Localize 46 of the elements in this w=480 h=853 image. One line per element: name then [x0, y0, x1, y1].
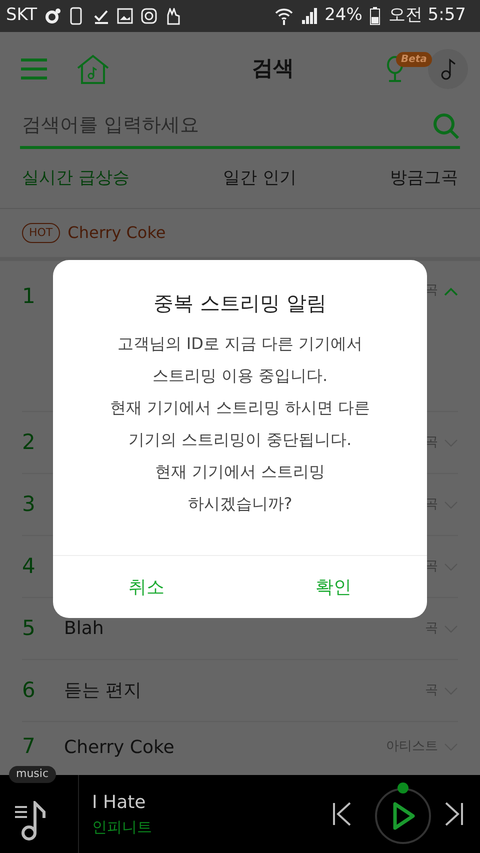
music-note-icon [440, 58, 456, 80]
rank-number: 7 [22, 733, 36, 760]
home-icon[interactable] [76, 54, 110, 84]
dialog-title: 중복 스트리밍 알림 [154, 290, 326, 317]
image-icon [117, 8, 134, 24]
menu-icon[interactable] [20, 56, 48, 80]
page-title: 검색 [251, 54, 295, 82]
wifi-icon [274, 7, 293, 25]
dialog-button[interactable]: 취소 [53, 556, 240, 618]
tab[interactable]: 실시간 급상승 [22, 166, 130, 192]
dialog-button[interactable]: 확인 [240, 556, 427, 618]
tab[interactable]: 일간 인기 [223, 166, 296, 192]
carrier-label: SKT [6, 4, 38, 28]
tab[interactable]: 방금그곡 [390, 166, 458, 192]
beta-badge: Beta [396, 52, 432, 66]
search-icon[interactable] [432, 112, 460, 140]
rank-number: 3 [22, 490, 36, 518]
signal-icon [300, 8, 317, 24]
notification-icon [45, 8, 62, 24]
rank-number: 2 [22, 428, 36, 456]
battery-icon [370, 7, 380, 25]
rank-number: 6 [22, 676, 36, 704]
camera-icon [141, 8, 158, 24]
music-badge: music [9, 766, 56, 782]
previous-icon [332, 802, 352, 826]
song-title[interactable]: Cherry Coke [64, 734, 386, 760]
next-button[interactable] [444, 802, 464, 826]
music-note-button[interactable] [428, 48, 468, 88]
search-field[interactable]: 검색어를 입력하세요 [20, 110, 432, 141]
rank-number: 4 [22, 552, 36, 580]
song-title[interactable]: 듣는 편지 [64, 677, 425, 704]
artist-name[interactable]: 인피니트 [92, 816, 332, 839]
rank-number: 1 [22, 283, 36, 310]
next-icon [444, 802, 464, 826]
download-icon [93, 8, 110, 24]
rank-number: 5 [22, 614, 36, 642]
song-title[interactable]: Blah [64, 615, 425, 642]
battery-level: 24% [324, 4, 362, 28]
hot-badge: HOT [22, 222, 60, 244]
song-title[interactable]: I Hate [92, 789, 332, 816]
previous-button[interactable] [332, 802, 352, 826]
clock: 오전 5:57 [388, 4, 466, 28]
chevron-up-icon[interactable] [444, 287, 458, 297]
play-button[interactable] [374, 782, 432, 846]
dialog-message: 고객님의 ID로 지금 다른 기기에서 스트리밍 이용 중입니다. 현재 기기에서 스트리밍 하시면 다른 기기의 스트리밍이 중단됩니다. 현재 기기에서 스트리밍 하시겠습니까? [110, 333, 370, 515]
hot-keyword[interactable]: Cherry Coke [68, 221, 166, 245]
